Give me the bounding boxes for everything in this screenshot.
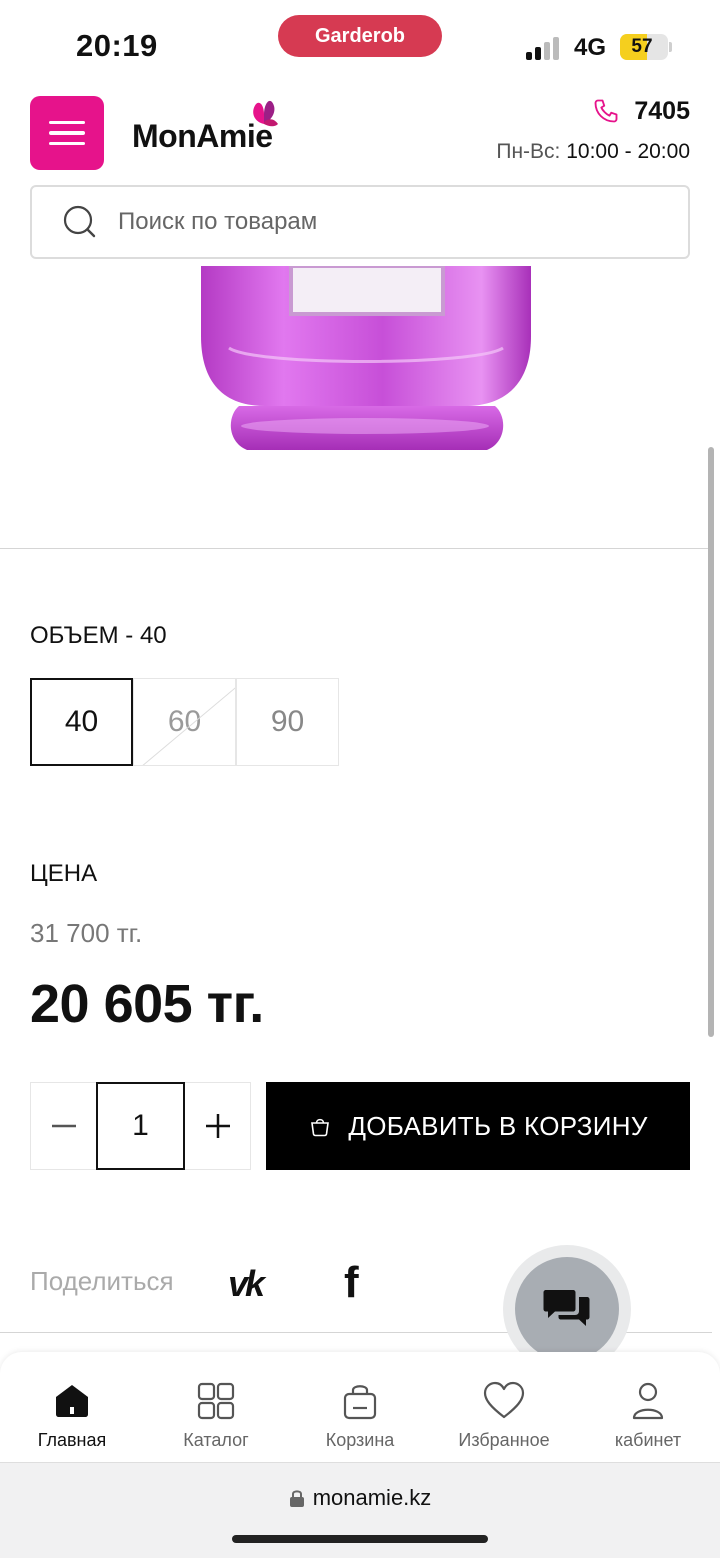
phone-icon — [594, 99, 618, 123]
search-icon — [63, 205, 96, 238]
minus-icon — [51, 1124, 76, 1128]
hours-value: 10:00 - 20:00 — [566, 140, 690, 163]
page-scrollbar[interactable] — [708, 447, 714, 1037]
working-hours: Пн-Вс: 10:00 - 20:00 — [496, 140, 690, 164]
battery-icon: 57 — [620, 34, 668, 60]
current-price: 20 605 тг. — [30, 974, 264, 1034]
facebook-share-icon[interactable]: f — [344, 1258, 359, 1308]
nav-item-catalog[interactable]: Каталог — [148, 1352, 284, 1462]
nav-item-cart[interactable]: Корзина — [292, 1352, 428, 1462]
status-bar: 20:19 Garderob 4G 57 — [0, 0, 720, 88]
logo[interactable]: MonAmie — [132, 94, 292, 164]
nav-item-account[interactable]: кабинет — [580, 1352, 716, 1462]
nav-label-cart: Корзина — [325, 1430, 395, 1450]
volume-options: 40 60 90 — [30, 678, 339, 766]
volume-option-90[interactable]: 90 — [236, 678, 339, 766]
price-label: ЦЕНА — [30, 860, 98, 887]
quantity-decrease-button[interactable] — [31, 1083, 96, 1169]
shopping-bag-icon — [311, 1118, 330, 1137]
battery-cap — [669, 42, 672, 52]
heart-icon — [483, 1381, 525, 1419]
search-input[interactable] — [118, 208, 638, 236]
bag-icon — [343, 1385, 377, 1420]
plus-icon — [205, 1114, 230, 1138]
hamburger-icon — [49, 120, 85, 125]
app-indicator-pill[interactable]: Garderob — [278, 15, 442, 57]
product-image — [201, 266, 531, 450]
volume-option-40[interactable]: 40 — [30, 678, 133, 766]
share-label: Поделиться — [30, 1266, 174, 1296]
chat-button[interactable] — [515, 1257, 619, 1361]
quantity-stepper — [30, 1082, 251, 1170]
hours-label: Пн-Вс: — [496, 140, 561, 163]
nav-label-favorites: Избранное — [458, 1430, 550, 1450]
url-text: monamie.kz — [312, 1485, 432, 1510]
site-header: MonAmie 7405 Пн-Вс: 10:00 - 20:00 — [0, 88, 720, 266]
old-price: 31 700 тг. — [30, 918, 143, 948]
section-divider — [0, 548, 712, 549]
user-icon — [632, 1382, 664, 1420]
status-time: 20:19 — [76, 28, 158, 63]
bottom-navigation: Главная Каталог Корзина Избранное кабине… — [0, 1352, 720, 1462]
nav-label-home: Главная — [37, 1430, 107, 1450]
lock-icon — [289, 1490, 304, 1507]
home-icon — [56, 1385, 88, 1417]
menu-button[interactable] — [30, 96, 104, 170]
grid-icon — [197, 1382, 235, 1420]
nav-item-home[interactable]: Главная — [4, 1352, 140, 1462]
contact-block: 7405 Пн-Вс: 10:00 - 20:00 — [496, 94, 690, 164]
quantity-input[interactable] — [96, 1082, 185, 1170]
battery-level: 57 — [631, 36, 653, 57]
quantity-increase-button[interactable] — [185, 1083, 250, 1169]
signal-icon — [526, 36, 566, 60]
add-to-cart-button[interactable]: ДОБАВИТЬ В КОРЗИНУ — [266, 1082, 690, 1170]
search-bar[interactable] — [30, 185, 690, 259]
nav-item-favorites[interactable]: Избранное — [436, 1352, 572, 1462]
network-type: 4G — [574, 34, 607, 61]
logo-text: MonAmie — [132, 118, 273, 154]
phone-number[interactable]: 7405 — [634, 97, 690, 126]
home-indicator[interactable] — [232, 1535, 488, 1543]
browser-url-bar[interactable]: monamie.kz — [0, 1462, 720, 1558]
chat-icon — [543, 1290, 590, 1326]
volume-option-60[interactable]: 60 — [133, 678, 236, 766]
add-to-cart-label: ДОБАВИТЬ В КОРЗИНУ — [348, 1110, 648, 1141]
nav-label-account: кабинет — [614, 1430, 682, 1450]
vk-share-icon[interactable]: vk — [228, 1263, 265, 1305]
volume-label: ОБЪЕМ - 40 — [30, 622, 167, 649]
nav-label-catalog: Каталог — [183, 1430, 249, 1450]
